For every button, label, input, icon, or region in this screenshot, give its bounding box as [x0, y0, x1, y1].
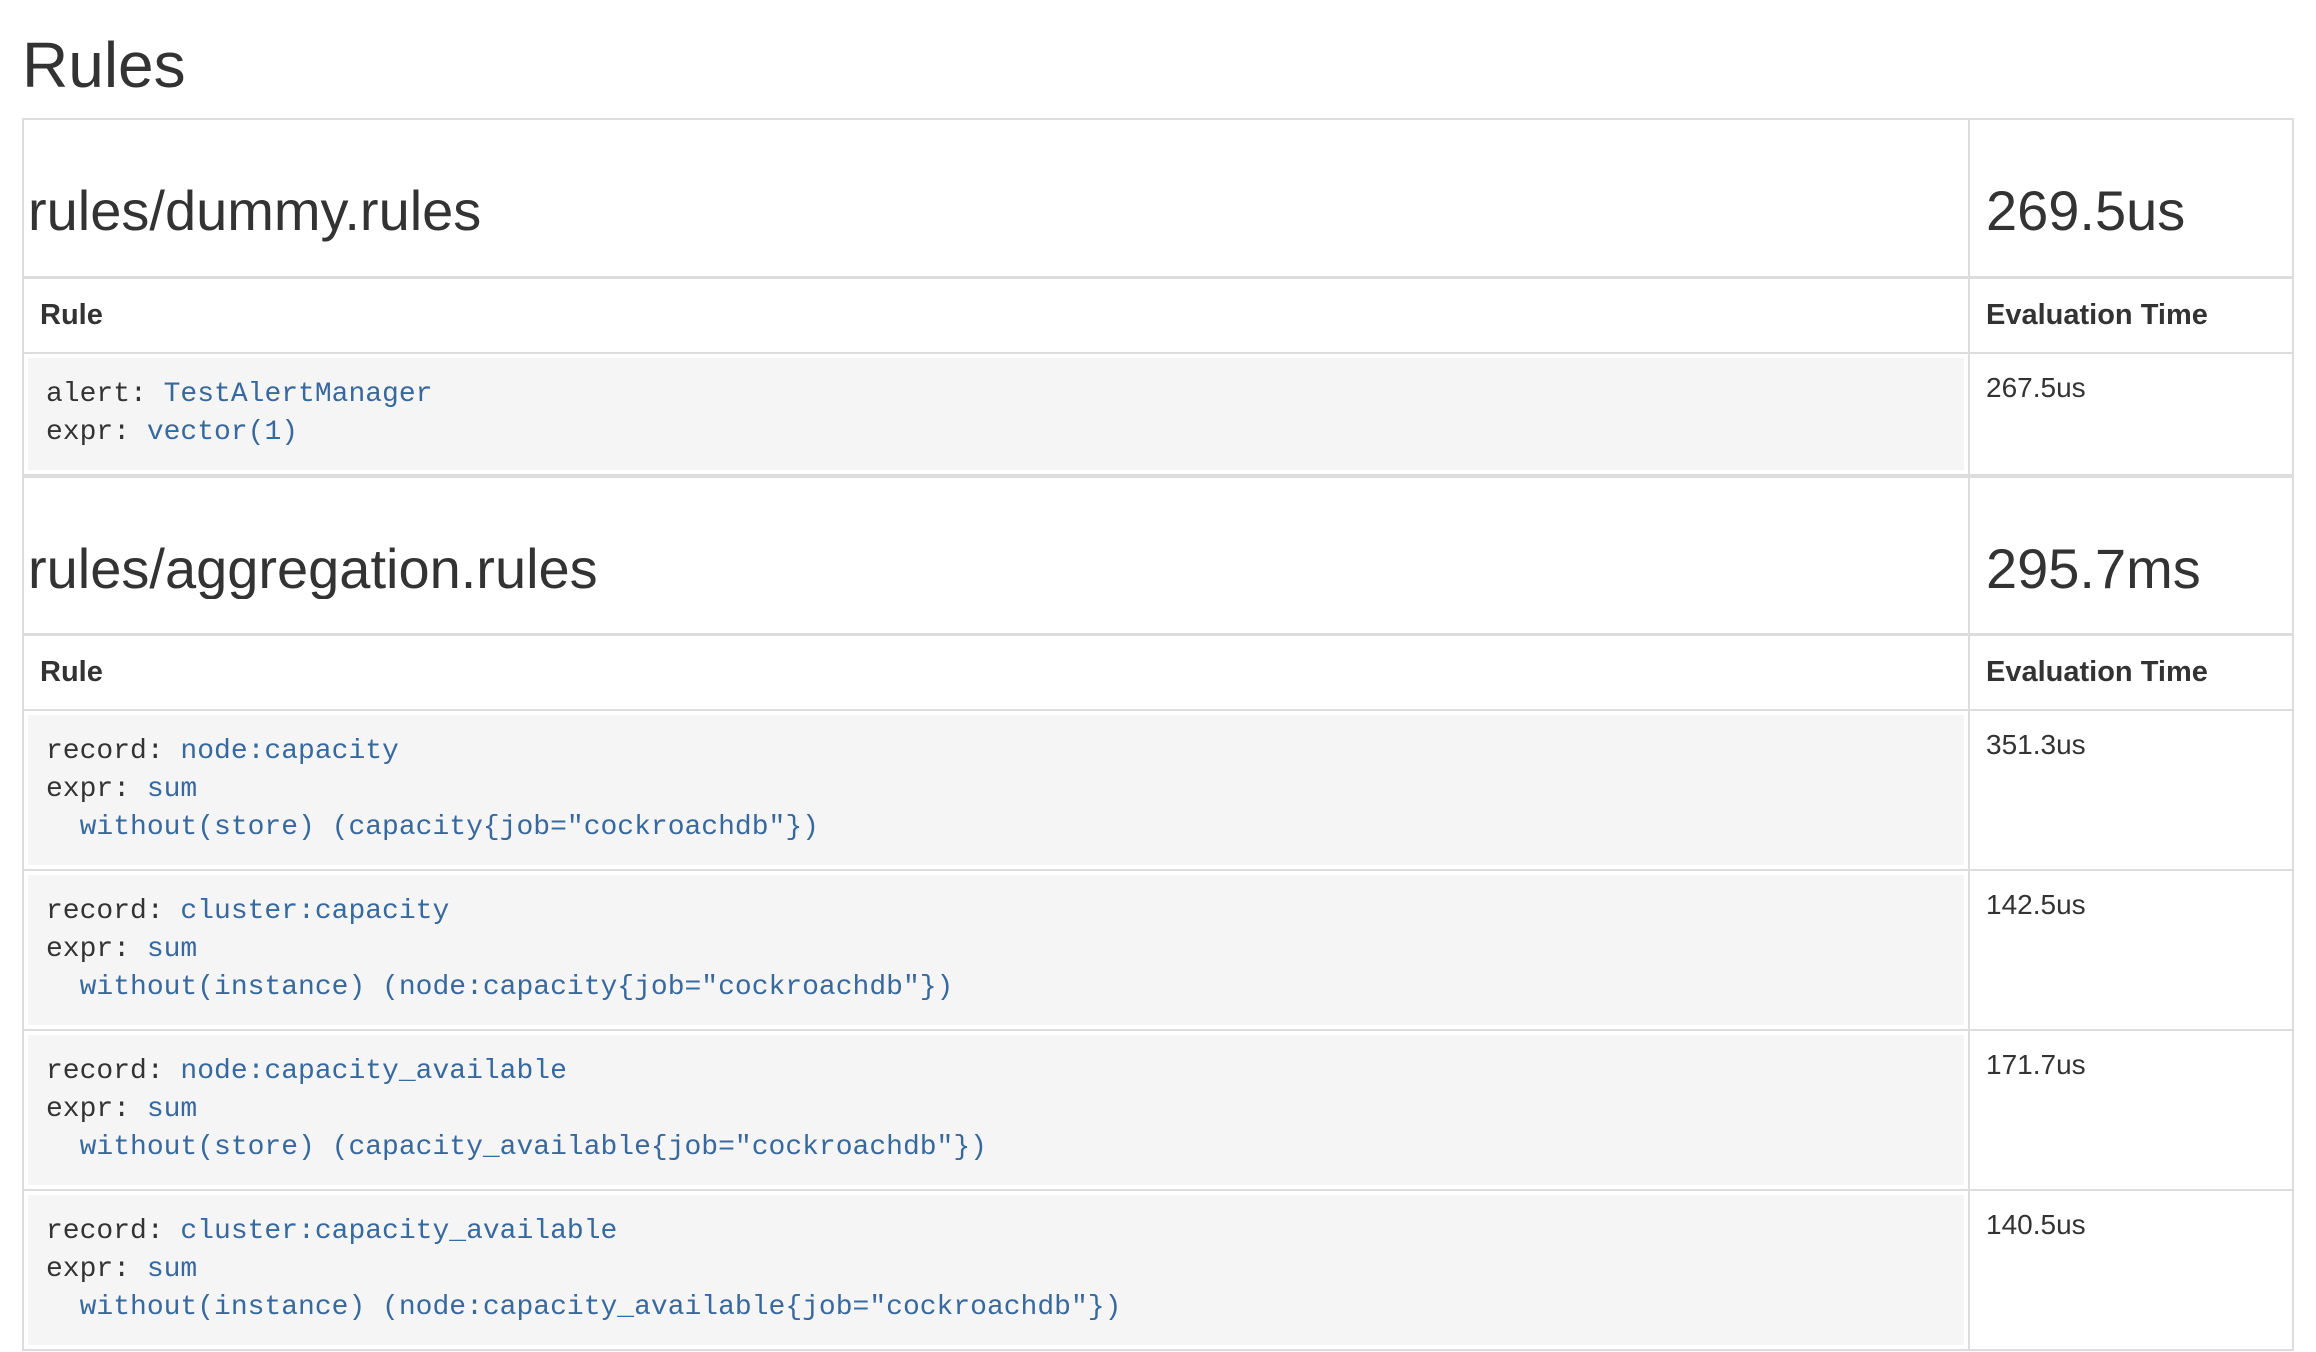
rule-link[interactable]: cluster:capacity_available [180, 1216, 617, 1247]
rule-evaluation-time: 267.5us [1969, 353, 2293, 475]
rule-row: record: node:capacity_available expr: su… [23, 1030, 2293, 1190]
rule-evaluation-time: 142.5us [1969, 870, 2293, 1030]
rule-link[interactable]: without(store) (capacity_available{job="… [46, 1132, 987, 1163]
rule-link[interactable]: sum [147, 774, 197, 805]
rules-page: Rules rules/dummy.rules 269.5us Rule Eva… [0, 30, 2316, 1351]
rule-link[interactable]: TestAlertManager [164, 379, 433, 410]
rule-column-header: Rule [23, 635, 1969, 710]
group-evaluation-time: 269.5us [1986, 180, 2276, 242]
columns-header-row: Rule Evaluation Time [23, 635, 2293, 710]
rule-group-table: rules/dummy.rules 269.5us Rule Evaluatio… [22, 118, 2294, 475]
rule-link[interactable]: cluster:capacity [180, 896, 449, 927]
rule-evaluation-time: 171.7us [1969, 1030, 2293, 1190]
rule-definition: record: node:capacity_available expr: su… [28, 1035, 1964, 1185]
rule-keyword: record: [46, 1216, 180, 1247]
rule-keyword: alert: [46, 379, 164, 410]
rule-link[interactable]: sum [147, 934, 197, 965]
columns-header-row: Rule Evaluation Time [23, 277, 2293, 352]
rule-definition: record: cluster:capacity_available expr:… [28, 1195, 1964, 1345]
rule-link[interactable]: without(instance) (node:capacity_availab… [46, 1292, 1121, 1323]
rule-keyword: expr: [46, 1254, 147, 1285]
rule-row: record: cluster:capacity expr: sum witho… [23, 870, 2293, 1030]
rule-keyword: expr: [46, 774, 147, 805]
rule-group-table: rules/aggregation.rules 295.7ms Rule Eva… [22, 476, 2294, 1351]
page-title: Rules [22, 30, 2294, 100]
rule-keyword: record: [46, 1056, 180, 1087]
rule-evaluation-time: 351.3us [1969, 710, 2293, 870]
rule-definition: record: cluster:capacity expr: sum witho… [28, 875, 1964, 1025]
rule-definition: record: node:capacity expr: sum without(… [28, 715, 1964, 865]
rule-keyword: record: [46, 896, 180, 927]
rule-keyword: expr: [46, 934, 147, 965]
rule-link[interactable]: sum [147, 1094, 197, 1125]
rule-keyword: record: [46, 736, 180, 767]
rule-link[interactable]: sum [147, 1254, 197, 1285]
evaluation-time-column-header: Evaluation Time [1969, 635, 2293, 710]
rule-column-header: Rule [23, 277, 1969, 352]
rule-row: record: cluster:capacity_available expr:… [23, 1190, 2293, 1350]
rule-keyword: expr: [46, 417, 147, 448]
group-evaluation-time: 295.7ms [1986, 538, 2276, 600]
rule-groups: rules/dummy.rules 269.5us Rule Evaluatio… [22, 118, 2294, 1350]
rule-link[interactable]: vector(1) [147, 417, 298, 448]
rule-keyword: expr: [46, 1094, 147, 1125]
group-header-row: rules/dummy.rules 269.5us [23, 119, 2293, 277]
rule-link[interactable]: without(store) (capacity{job="cockroachd… [46, 812, 819, 843]
group-file-title: rules/aggregation.rules [28, 538, 1952, 600]
group-file-title: rules/dummy.rules [28, 180, 1952, 242]
evaluation-time-column-header: Evaluation Time [1969, 277, 2293, 352]
rule-definition: alert: TestAlertManager expr: vector(1) [28, 358, 1964, 470]
rule-link[interactable]: node:capacity [180, 736, 398, 767]
rule-link[interactable]: node:capacity_available [180, 1056, 566, 1087]
rule-row: alert: TestAlertManager expr: vector(1) … [23, 353, 2293, 475]
rule-link[interactable]: without(instance) (node:capacity{job="co… [46, 972, 953, 1003]
group-header-row: rules/aggregation.rules 295.7ms [23, 477, 2293, 635]
rule-row: record: node:capacity expr: sum without(… [23, 710, 2293, 870]
rule-evaluation-time: 140.5us [1969, 1190, 2293, 1350]
